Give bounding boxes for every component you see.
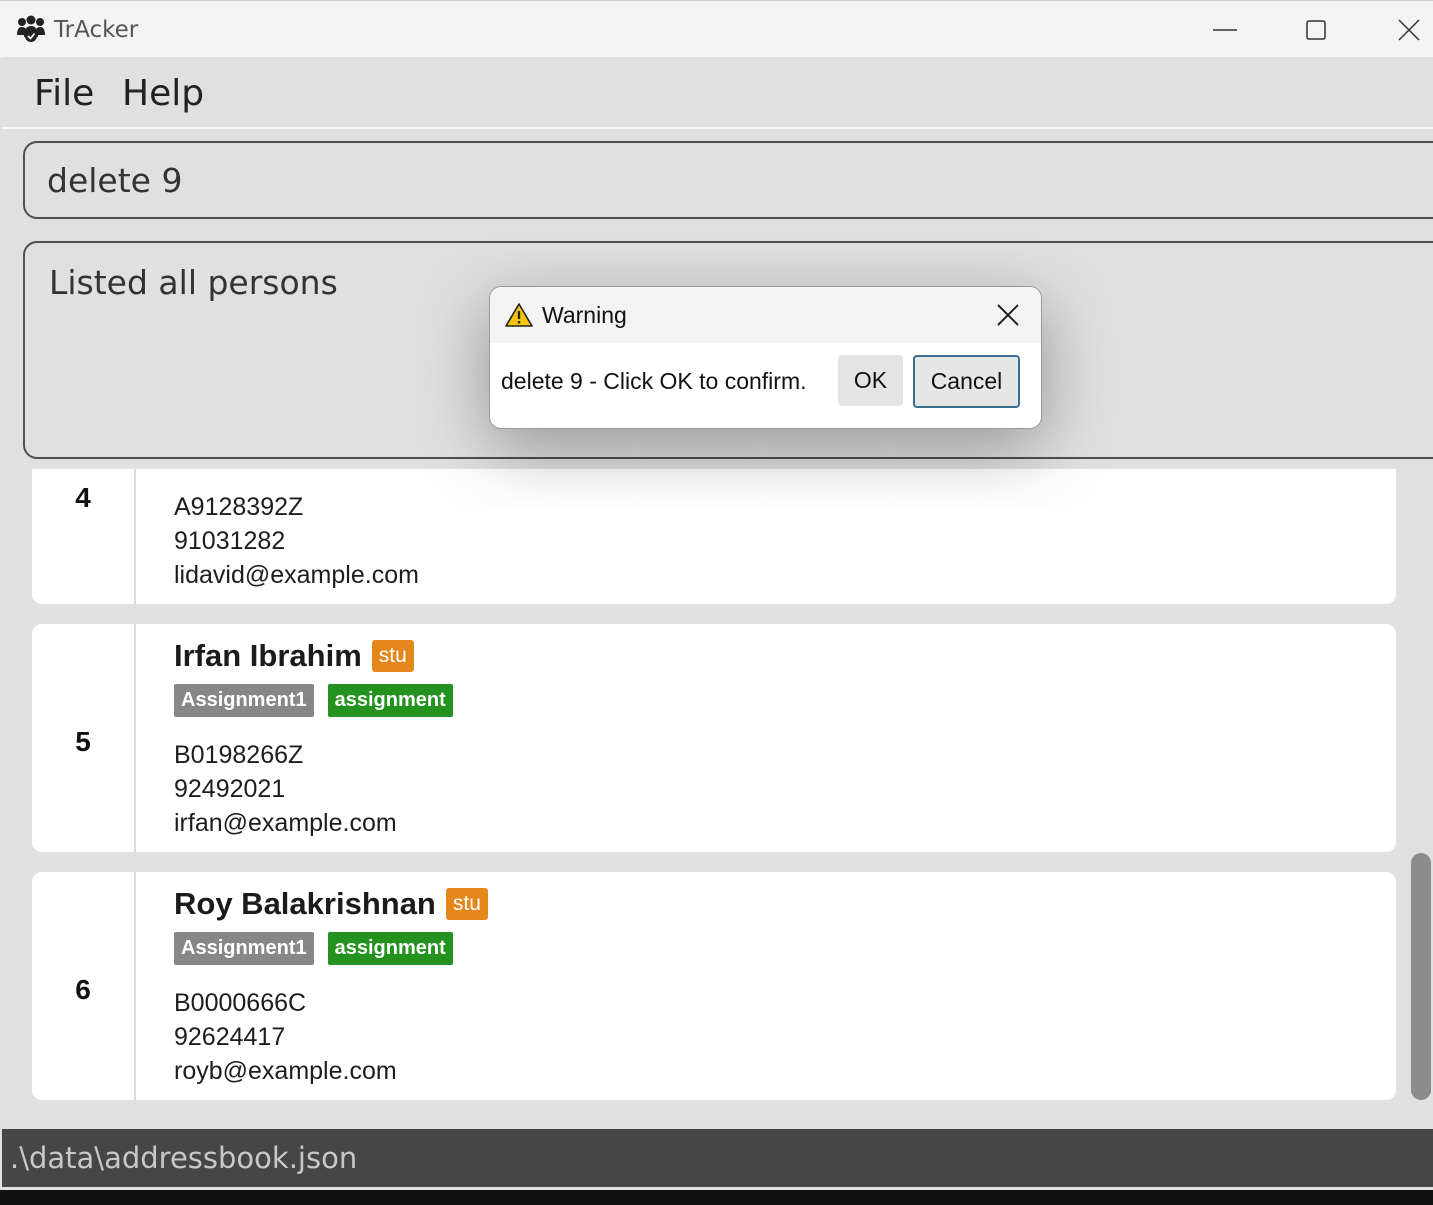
person-name: Irfan Ibrahim	[174, 638, 362, 673]
list-scrollbar[interactable]	[1411, 853, 1431, 1100]
person-email: irfan@example.com	[174, 809, 397, 837]
people-group-icon	[17, 15, 45, 42]
person-name: Roy Balakrishnan	[174, 886, 436, 921]
status-bar: .\data\addressbook.json	[2, 1129, 1433, 1187]
person-id: B0198266Z	[174, 741, 304, 769]
maximize-icon	[1306, 20, 1326, 40]
warning-dialog: Warning delete 9 - Click OK to confirm. …	[489, 286, 1042, 429]
person-email: royb@example.com	[174, 1057, 397, 1085]
app-window: TrAcker File Help delete 9 Listed all pe…	[0, 0, 1433, 1190]
person-phone: 92624417	[174, 1023, 286, 1051]
tag: assignment	[327, 684, 453, 717]
maximize-button[interactable]	[1301, 15, 1331, 45]
person-card[interactable]: 6 Roy Balakrishnan stu Assignment1 assig…	[32, 872, 1396, 1100]
ok-button[interactable]: OK	[838, 355, 903, 406]
menu-bar: File Help	[2, 57, 1433, 129]
dialog-message: delete 9 - Click OK to confirm.	[501, 368, 807, 394]
person-list[interactable]: 4 A9128392Z 91031282 lidavid@example.com…	[2, 469, 1433, 1129]
command-input-value: delete 9	[47, 161, 183, 200]
close-window-button[interactable]	[1394, 15, 1424, 45]
tag: Assignment1	[174, 932, 314, 965]
result-text: Listed all persons	[49, 263, 338, 302]
role-badge: stu	[371, 640, 414, 672]
menu-help[interactable]: Help	[122, 73, 204, 114]
role-badge: stu	[445, 888, 488, 920]
dialog-title: Warning	[542, 302, 627, 328]
person-index: 6	[32, 872, 136, 1100]
person-index: 4	[32, 469, 136, 604]
person-card[interactable]: 5 Irfan Ibrahim stu Assignment1 assignme…	[32, 624, 1396, 852]
title-bar: TrAcker	[0, 0, 1433, 58]
minimize-icon	[1213, 29, 1237, 31]
warning-icon	[505, 303, 533, 327]
dialog-header: Warning	[490, 287, 1041, 343]
person-phone: 92492021	[174, 775, 286, 803]
minimize-button[interactable]	[1210, 15, 1240, 45]
cancel-button[interactable]: Cancel	[913, 355, 1020, 408]
person-card[interactable]: 4 A9128392Z 91031282 lidavid@example.com	[32, 469, 1396, 604]
person-phone: 91031282	[174, 527, 286, 555]
person-email: lidavid@example.com	[174, 561, 419, 589]
tag: assignment	[327, 932, 453, 965]
window-title: TrAcker	[54, 17, 139, 43]
tag: Assignment1	[174, 684, 314, 717]
close-icon	[1398, 19, 1420, 41]
person-index: 5	[32, 624, 136, 852]
menu-file[interactable]: File	[34, 73, 94, 114]
person-id: A9128392Z	[174, 493, 304, 521]
command-input[interactable]: delete 9	[23, 141, 1433, 219]
person-id: B0000666C	[174, 989, 307, 1017]
data-file-path: .\data\addressbook.json	[10, 1141, 358, 1175]
close-icon[interactable]	[995, 302, 1021, 328]
